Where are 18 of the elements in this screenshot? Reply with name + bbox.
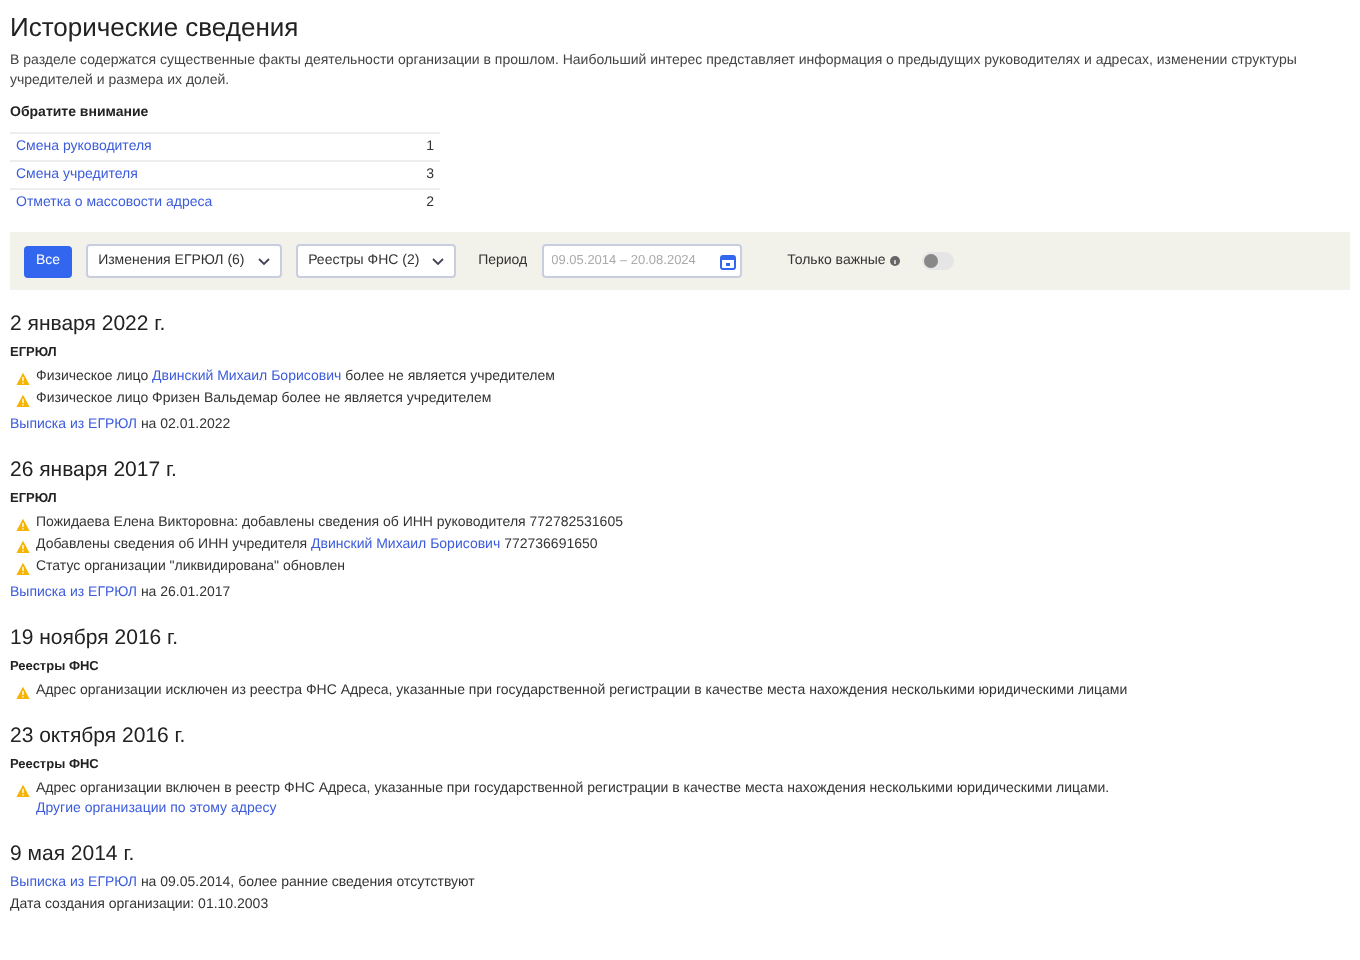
event-date: 9 мая 2014 г. <box>10 842 137 868</box>
event-date: 23 октября 2016 г. <box>10 724 188 750</box>
warning-icon <box>16 518 30 532</box>
warning-icon <box>16 784 30 798</box>
info-icon <box>889 256 900 266</box>
warning-icon <box>16 562 30 576</box>
warning-icon <box>16 394 30 408</box>
event-date: 26 января 2017 г. <box>10 458 179 484</box>
chevron-down-icon <box>258 257 271 265</box>
warning-icon <box>16 372 30 386</box>
chevron-down-icon <box>432 257 445 265</box>
event-date: 19 ноября 2016 г. <box>10 626 180 652</box>
event-date: 2 января 2022 г. <box>10 312 168 338</box>
warning-icon <box>16 540 30 554</box>
important-toggle[interactable] <box>921 252 954 270</box>
warning-icon <box>16 686 30 700</box>
section-title: Исторические сведения <box>10 12 301 44</box>
calendar-icon <box>719 253 736 269</box>
